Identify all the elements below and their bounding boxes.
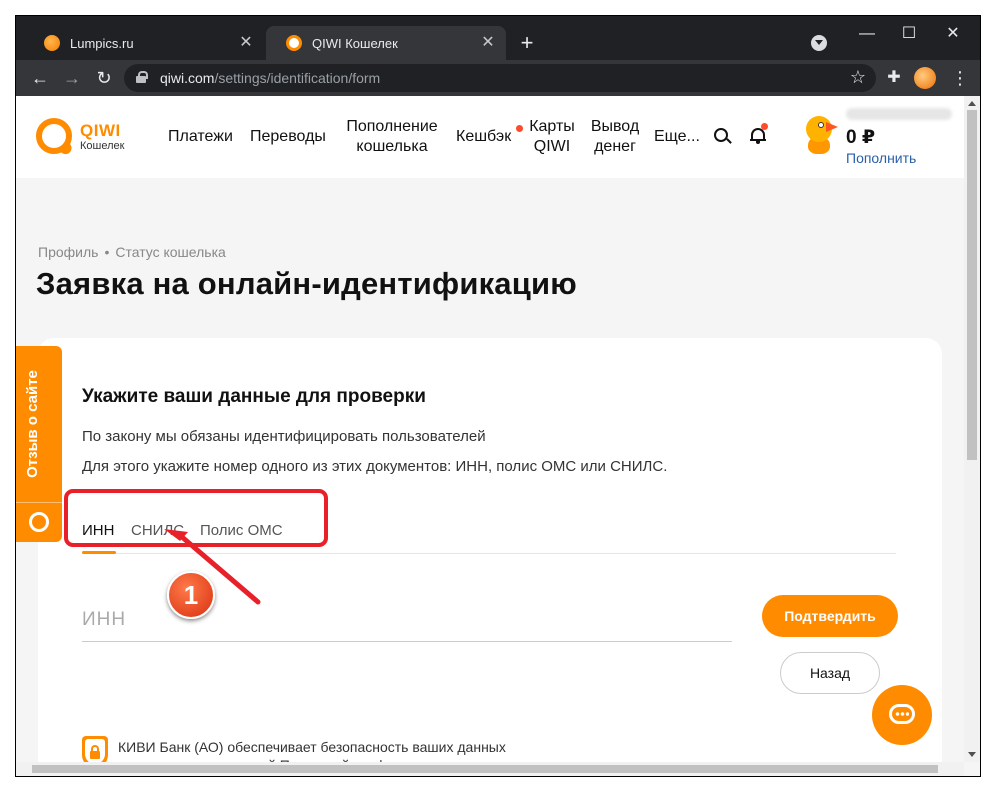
annotation-arrow bbox=[164, 529, 261, 605]
annotation-step-marker: 1 bbox=[167, 571, 215, 619]
